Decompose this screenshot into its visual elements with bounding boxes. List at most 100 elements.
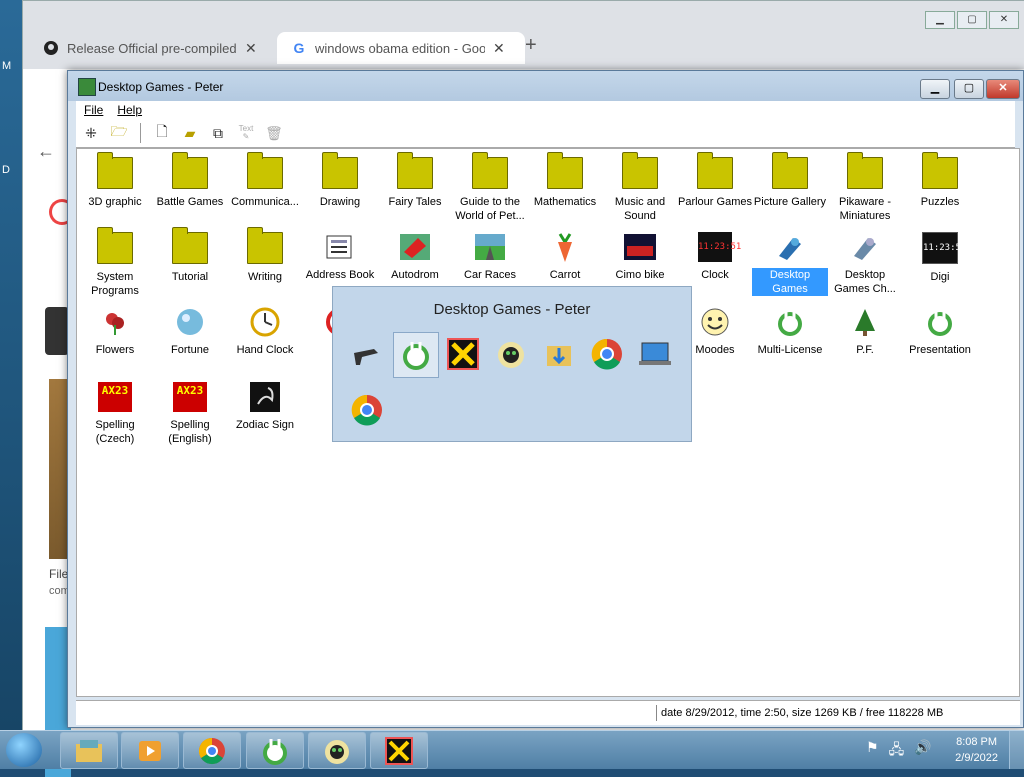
folder-item[interactable]: 3D graphic — [77, 152, 153, 209]
item-label: Spelling (Czech) — [95, 419, 135, 445]
close-icon[interactable]: ✕ — [493, 40, 505, 57]
folder-item[interactable]: Music and Sound — [602, 152, 678, 223]
flag-icon[interactable]: ⚑ — [866, 739, 879, 763]
show-desktop-button[interactable] — [1009, 731, 1024, 769]
minimize-button[interactable]: ▁ — [920, 79, 950, 99]
item-label: Writing — [247, 271, 283, 283]
program-item[interactable]: 11:23:51 Digi — [902, 232, 978, 284]
yellow-x-icon[interactable] — [370, 732, 428, 769]
folder-icon — [172, 227, 208, 264]
alien-icon[interactable] — [308, 732, 366, 769]
chrome-icon[interactable] — [345, 388, 389, 432]
gun-icon[interactable] — [345, 332, 389, 376]
program-item[interactable]: AX23 Spelling (Czech) — [77, 382, 153, 446]
chrome-tab-github[interactable]: Release Official pre-compiled ins ✕ — [29, 32, 277, 64]
spelling-icon: AX23 — [98, 382, 132, 412]
program-item-selected[interactable]: Desktop Games — [752, 232, 828, 296]
folder-item[interactable]: Picture Gallery — [752, 152, 828, 209]
program-item[interactable]: 11:23:51 Clock — [677, 232, 753, 282]
folder-icon — [397, 152, 433, 189]
program-item[interactable]: Carrot — [527, 232, 603, 282]
folder-item[interactable]: Writing — [227, 227, 303, 284]
program-item[interactable]: Flowers — [77, 307, 153, 357]
thumbnail-image[interactable] — [45, 307, 69, 355]
chrome-icon[interactable] — [585, 332, 629, 376]
rabbit-icon[interactable] — [393, 332, 439, 378]
program-item[interactable]: Hand Clock — [227, 307, 303, 357]
rabbit-icon[interactable] — [246, 732, 304, 769]
program-item[interactable]: P.F. — [827, 307, 903, 357]
folder-icon — [472, 152, 508, 189]
yellow-x-icon[interactable] — [441, 332, 485, 376]
program-item[interactable]: Car Races — [452, 232, 528, 282]
folder-icon[interactable]: ▰ — [179, 122, 201, 144]
folder-download-icon[interactable] — [537, 332, 581, 376]
program-item[interactable]: AX23 Spelling (English) — [152, 382, 228, 446]
new-tab-icon[interactable]: + — [525, 34, 537, 57]
program-item[interactable]: Presentation — [902, 307, 978, 357]
item-label: Mathematics — [533, 196, 597, 208]
folder-item[interactable]: Battle Games — [152, 152, 228, 209]
item-label: P.F. — [856, 344, 874, 356]
explorer-icon[interactable] — [60, 732, 118, 769]
folder-item[interactable]: Parlour Games — [677, 152, 753, 209]
alien-icon[interactable] — [489, 332, 533, 376]
item-label: Parlour Games — [678, 196, 752, 208]
title-bar[interactable]: Desktop Games - Peter ▁ ▢ ✕ — [68, 71, 1023, 101]
new-file-icon[interactable]: 🗋 — [151, 122, 173, 144]
folder-icon — [172, 152, 208, 189]
close-button[interactable]: ✕ — [986, 79, 1020, 99]
program-item[interactable]: Zodiac Sign — [227, 382, 303, 432]
chrome-icon[interactable] — [183, 732, 241, 769]
clock[interactable]: 8:08 PM 2/9/2022 — [955, 734, 998, 766]
program-item[interactable]: Desktop Games Ch... — [827, 232, 903, 296]
item-label: Multi-License — [757, 344, 823, 356]
close-icon[interactable]: ✕ — [245, 40, 257, 57]
chrome-tab-google[interactable]: G windows obama edition - Google ✕ — [277, 32, 525, 64]
close-icon[interactable]: ✕ — [989, 11, 1019, 29]
car-races-icon — [473, 232, 507, 262]
trash-icon[interactable]: 🗑 — [263, 122, 285, 144]
media-player-icon[interactable] — [121, 732, 179, 769]
item-label: Clock — [701, 269, 729, 281]
menu-help[interactable]: Help — [117, 101, 142, 119]
folder-item[interactable]: Communica... — [227, 152, 303, 209]
maximize-button[interactable]: ▢ — [954, 79, 984, 99]
program-item[interactable]: Multi-License — [752, 307, 828, 357]
folder-item[interactable]: Drawing — [302, 152, 378, 209]
start-button[interactable] — [6, 733, 42, 767]
network-icon[interactable]: 🖧 — [889, 739, 905, 763]
item-label: Carrot — [549, 269, 581, 281]
thumbnail-image[interactable] — [49, 379, 69, 559]
back-arrow-icon[interactable]: ← — [37, 141, 55, 162]
folder-item[interactable]: Tutorial — [152, 227, 228, 284]
folder-icon — [772, 152, 808, 189]
program-item[interactable]: Fortune — [152, 307, 228, 357]
rabbit-icon — [923, 307, 957, 337]
minimize-icon[interactable]: ▁ — [925, 11, 955, 29]
folder-icon — [247, 152, 283, 189]
menu-file[interactable]: File — [84, 101, 103, 119]
folder-item[interactable]: Guide to the World of Pet... — [452, 152, 528, 223]
text-tool-icon[interactable]: Text ✎ — [235, 122, 257, 144]
laptop-icon[interactable] — [633, 332, 677, 376]
crystal-ball-icon — [173, 307, 207, 337]
copy-icon[interactable]: ⧉ — [207, 122, 229, 144]
folder-item[interactable]: Mathematics — [527, 152, 603, 209]
program-item[interactable]: Autodrom — [377, 232, 453, 282]
network-icon[interactable]: ⁜ — [80, 122, 102, 144]
menu-bar: File Help — [76, 101, 1015, 119]
folder-item[interactable]: Fairy Tales — [377, 152, 453, 209]
toolbar-separator — [140, 123, 141, 143]
desktop-text-fragment: M — [2, 60, 12, 72]
folder-item[interactable]: Puzzles — [902, 152, 978, 209]
item-label: Music and Sound — [614, 196, 666, 222]
folder-item[interactable]: Pikaware - Miniatures — [827, 152, 903, 223]
maximize-icon[interactable]: ▢ — [957, 11, 987, 29]
open-folder-icon[interactable]: 🗁 — [108, 122, 130, 144]
folder-item[interactable]: System Programs — [77, 227, 153, 298]
program-item[interactable]: Cimo bike — [602, 232, 678, 282]
folder-icon — [622, 152, 658, 189]
program-item[interactable]: Address Book — [302, 232, 378, 282]
volume-icon[interactable]: 🔊 — [914, 739, 931, 763]
